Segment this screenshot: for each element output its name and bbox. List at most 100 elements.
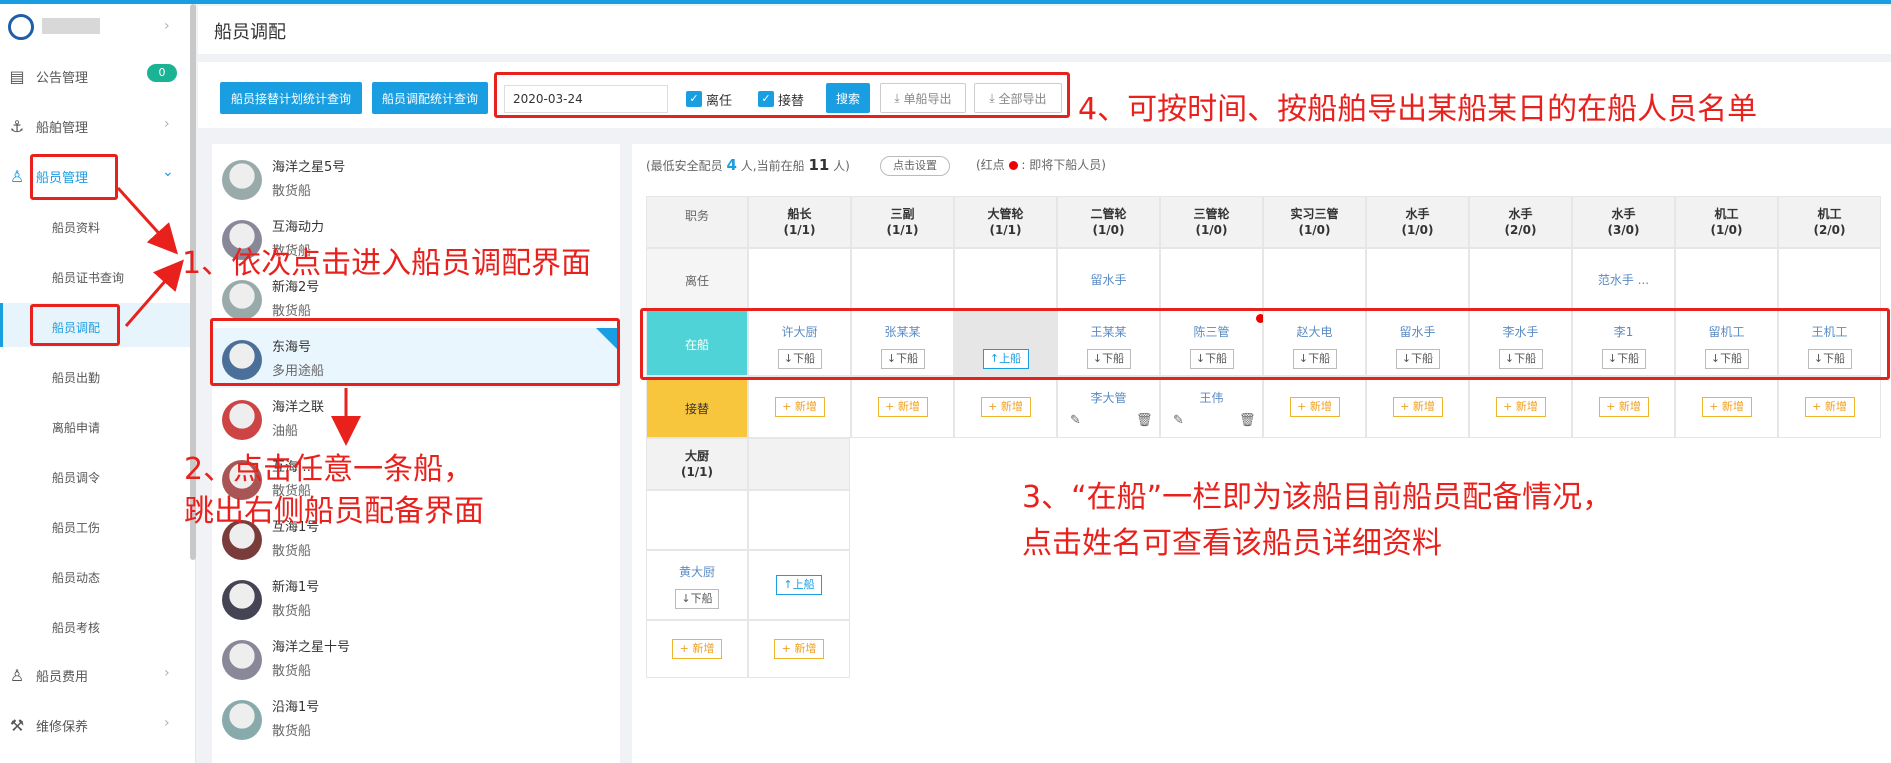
add-replacement-button-wrap: + 新增 xyxy=(1367,397,1468,417)
replace-cell: 王伟 ✎ 🗑 xyxy=(1160,376,1263,438)
ship-name: 沿海1号 xyxy=(272,700,320,715)
add-replacement-button[interactable]: + 新增 xyxy=(1289,397,1340,417)
disembark-button[interactable]: ↓下船 xyxy=(675,589,719,609)
page-title: 船员调配 xyxy=(214,22,286,43)
ship-name: 海洋之联 xyxy=(272,400,325,415)
cook-header: 大厨 (1/1) xyxy=(646,438,748,490)
ship-list-item[interactable]: 沿海1号 散货船 xyxy=(212,688,620,748)
add-replacement-button[interactable]: + 新增 xyxy=(672,639,722,659)
position-count: (1/0) xyxy=(1298,223,1331,237)
position-count: (1/1) xyxy=(886,223,919,237)
sidebar-item-ship-mgmt[interactable]: ⚓ 船舶管理 xyxy=(0,106,190,146)
leave-cell xyxy=(1366,248,1469,310)
edit-icon[interactable]: ✎ xyxy=(1070,413,1081,428)
add-replacement-button[interactable]: + 新增 xyxy=(1495,397,1546,417)
delete-icon[interactable]: 🗑 xyxy=(1239,413,1256,428)
chevron-right-icon[interactable]: › xyxy=(164,18,170,34)
row-label-text: 职务 xyxy=(684,209,709,223)
position-count: (2/0) xyxy=(1504,223,1537,237)
annotation-box-toolbar xyxy=(494,72,1070,118)
user-icon: ♙ xyxy=(9,665,25,685)
replace-cell: + 新增 xyxy=(1469,376,1572,438)
replace-crew-name[interactable]: 王伟 xyxy=(1161,389,1262,406)
row-label-replace: 接替 xyxy=(646,376,748,438)
delete-icon[interactable]: 🗑 xyxy=(1136,413,1153,428)
ship-list-item[interactable]: 海洋之联 油船 xyxy=(212,388,620,448)
ship-list-item[interactable]: 海洋之星十号 散货船 xyxy=(212,628,620,688)
min-crew-count: 4 xyxy=(726,156,737,174)
add-replacement-button[interactable]: + 新增 xyxy=(1804,397,1855,417)
position-name: 大管轮 xyxy=(987,207,1024,221)
add-replacement-button-wrap: + 新增 xyxy=(1779,397,1880,417)
plan-stats-button[interactable]: 船员接替计划统计查询 xyxy=(220,82,362,114)
cook-position-count: (1/1) xyxy=(680,465,714,479)
alloc-stats-button[interactable]: 船员调配统计查询 xyxy=(372,82,488,114)
ship-avatar xyxy=(222,280,262,320)
cook-header-extra xyxy=(748,438,850,490)
chevron-right-icon[interactable]: › xyxy=(164,665,170,681)
add-replacement-button[interactable]: + 新增 xyxy=(877,397,928,417)
chevron-right-icon[interactable]: › xyxy=(164,715,170,731)
embark-button-wrap: ↑上船 xyxy=(749,575,849,595)
ship-list-item[interactable]: 海洋之星5号 散货船 xyxy=(212,148,620,208)
sidebar-sub-attendance[interactable]: 船员出勤 xyxy=(52,369,100,386)
add-replacement-button[interactable]: + 新增 xyxy=(1392,397,1443,417)
add-replacement-button[interactable]: + 新增 xyxy=(1598,397,1649,417)
ship-list-item[interactable]: 新海1号 散货船 xyxy=(212,568,620,628)
edit-icon[interactable]: ✎ xyxy=(1173,413,1184,428)
position-count: (1/0) xyxy=(1710,223,1743,237)
cook-onboard-cell: 黄大厨 ↓下船 xyxy=(646,550,748,620)
annotation-3-line2: 点击姓名可查看该船员详细资料 xyxy=(1022,526,1442,561)
sidebar-sub-transfer-order[interactable]: 船员调令 xyxy=(52,469,100,486)
sidebar-item-maintenance[interactable]: ⚒ 维修保养 xyxy=(0,705,190,745)
ship-name: 海洋之星十号 xyxy=(272,640,351,655)
ship-avatar xyxy=(222,160,262,200)
add-replacement-button[interactable]: + 新增 xyxy=(1701,397,1752,417)
replace-crew-name[interactable]: 李大管 xyxy=(1058,389,1159,406)
ship-type: 油船 xyxy=(272,424,299,439)
replace-cell: + 新增 xyxy=(1366,376,1469,438)
row-label-text: 离任 xyxy=(684,274,709,288)
annotation-3-line1: 3、“在船”一栏即为该船目前船员配备情况， xyxy=(1022,480,1613,515)
position-count: (1/0) xyxy=(1195,223,1228,237)
add-replacement-button[interactable]: + 新增 xyxy=(774,639,824,659)
sidebar-sub-leave-request[interactable]: 离船申请 xyxy=(52,419,100,436)
leave-cell xyxy=(851,248,954,310)
sidebar-sub-cert-query[interactable]: 船员证书查询 xyxy=(52,269,124,286)
ship-avatar xyxy=(222,580,262,620)
position-header: 机工 (2/0) xyxy=(1778,196,1881,248)
disembark-button-wrap: ↓下船 xyxy=(647,589,747,609)
active-item-bar xyxy=(0,303,3,347)
add-replacement-button[interactable]: + 新增 xyxy=(980,397,1031,417)
leave-cell xyxy=(1160,248,1263,310)
leave-cell xyxy=(1263,248,1366,310)
embark-button[interactable]: ↑上船 xyxy=(776,575,822,595)
leave-cell: 留水手 xyxy=(1057,248,1160,310)
user-icon: ♙ xyxy=(9,166,25,186)
set-min-crew-button[interactable]: 点击设置 xyxy=(880,156,950,176)
add-replacement-button-wrap: + 新增 xyxy=(1573,397,1674,417)
sidebar-sub-assessment[interactable]: 船员考核 xyxy=(52,619,100,636)
chevron-down-icon[interactable]: ⌄ xyxy=(162,164,174,180)
replace-cell: + 新增 xyxy=(954,376,1057,438)
add-replacement-button[interactable]: + 新增 xyxy=(774,397,825,417)
leave-crew-name[interactable]: 留水手 xyxy=(1058,271,1159,288)
summary-prefix: (最低安全配员 xyxy=(646,159,723,173)
cook-crew-name[interactable]: 黄大厨 xyxy=(647,563,747,580)
cook-onboard-cell-2: ↑上船 xyxy=(748,550,850,620)
annotation-2-line2: 跳出右侧船员配备界面 xyxy=(184,494,484,529)
ship-type: 散货船 xyxy=(272,304,312,319)
position-name: 船长 xyxy=(787,207,812,221)
sidebar-sub-dynamics[interactable]: 船员动态 xyxy=(52,569,100,586)
sidebar-sub-injury[interactable]: 船员工伤 xyxy=(52,519,100,536)
leave-cell xyxy=(1778,248,1881,310)
sidebar-item-label: 船员费用 xyxy=(36,669,89,685)
sidebar-item-fees[interactable]: ♙ 船员费用 xyxy=(0,655,190,695)
sidebar-sub-crew-profile[interactable]: 船员资料 xyxy=(52,219,100,236)
add-replacement-button-wrap: + 新增 xyxy=(1470,397,1571,417)
row-label-text: 接替 xyxy=(684,402,709,416)
ship-avatar xyxy=(222,640,262,680)
leave-crew-name[interactable]: 范水手 ... xyxy=(1573,271,1674,288)
annotation-box-crew-alloc xyxy=(30,304,120,346)
chevron-right-icon[interactable]: › xyxy=(164,116,170,132)
